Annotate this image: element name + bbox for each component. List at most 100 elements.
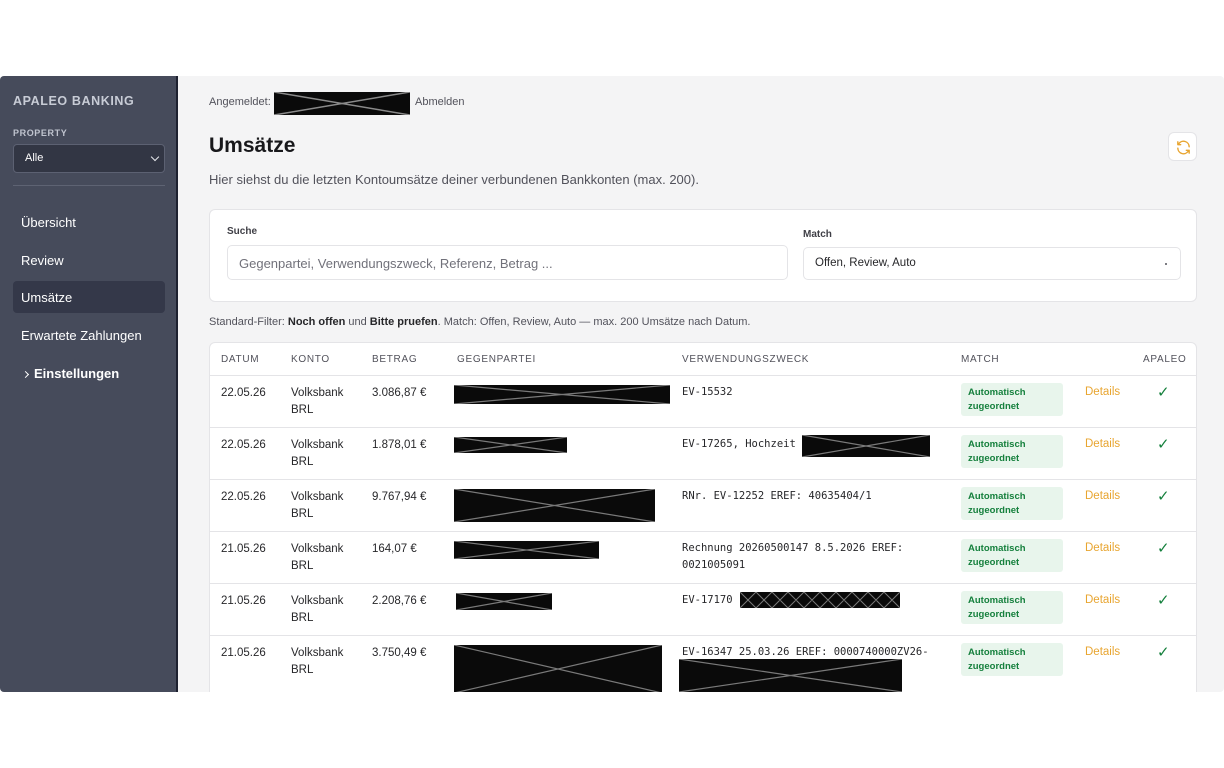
sidebar-item-label: Erwartete Zahlungen: [21, 328, 142, 343]
match-select-value: Offen, Review, Auto: [815, 257, 916, 269]
redacted-verwendungszweck: [740, 592, 900, 608]
logout-link[interactable]: Abmelden: [415, 96, 465, 108]
column-header-datum: DATUM: [221, 354, 260, 365]
match-status-badge: Automatisch zugeordnet: [961, 539, 1063, 572]
cell-datum: 21.05.26: [221, 543, 266, 555]
standard-filter-and: und: [345, 316, 370, 328]
cell-konto: Volksbank BRL: [291, 647, 344, 676]
search-label: Suche: [227, 226, 258, 237]
property-select[interactable]: Alle: [13, 144, 165, 173]
redacted-verwendungszweck: [679, 659, 902, 692]
cell-verwendungszweck: EV-17170: [682, 594, 733, 606]
redacted-verwendungszweck: [802, 435, 930, 457]
cell-betrag: 3.086,87 €: [372, 387, 427, 399]
sidebar-item-label: Umsätze: [21, 290, 73, 305]
match-status-badge: Automatisch zugeordnet: [961, 643, 1063, 676]
chevron-down-icon: [150, 152, 160, 162]
redacted-username: [274, 92, 410, 115]
checkmark-icon: ✓: [1157, 592, 1170, 609]
cell-verwendungszweck: RNr. EV-12252 EREF: 40635404/1: [682, 490, 872, 502]
chevron-right-icon: [21, 370, 30, 379]
match-label: Match: [803, 229, 832, 240]
checkmark-icon: ✓: [1157, 436, 1170, 453]
sidebar: APALEO BANKING PROPERTY Alle Übersicht R…: [0, 76, 178, 692]
main-content: Angemeldet: Abmelden Umsätze Hier siehst…: [180, 76, 1224, 692]
sidebar-item-label: Einstellungen: [34, 366, 120, 381]
match-status-badge: Automatisch zugeordnet: [961, 383, 1063, 416]
table-row[interactable]: 22.05.26 Volksbank BRL 3.086,87 € EV-155…: [210, 375, 1196, 427]
checkmark-icon: ✓: [1157, 644, 1170, 661]
column-header-match: MATCH: [961, 354, 1000, 365]
refresh-button[interactable]: [1168, 132, 1197, 161]
refresh-icon: [1177, 140, 1190, 155]
sidebar-item-uebersicht[interactable]: Übersicht: [13, 206, 165, 238]
sidebar-item-label: Übersicht: [21, 215, 76, 230]
filter-card: Suche Gegenpartei, Verwendungszweck, Ref…: [209, 209, 1197, 302]
checkmark-icon: ✓: [1157, 384, 1170, 401]
cell-konto: Volksbank BRL: [291, 439, 344, 468]
cell-datum: 22.05.26: [221, 439, 266, 451]
cell-datum: 22.05.26: [221, 491, 266, 503]
app-window: APALEO BANKING PROPERTY Alle Übersicht R…: [0, 76, 1224, 692]
standard-filter-open: Noch offen: [287, 316, 346, 328]
match-status-badge: Automatisch zugeordnet: [961, 487, 1063, 520]
redacted-gegenpartei: [454, 385, 670, 404]
cell-konto: Volksbank BRL: [291, 387, 344, 416]
redacted-gegenpartei: [454, 437, 567, 453]
redacted-gegenpartei: [454, 645, 662, 692]
cell-datum: 21.05.26: [221, 647, 266, 659]
cell-betrag: 164,07 €: [372, 543, 417, 555]
cell-datum: 22.05.26: [221, 387, 266, 399]
property-label: PROPERTY: [13, 128, 68, 138]
column-header-verwendungszweck: VERWENDUNGSZWECK: [682, 354, 810, 365]
standard-filter-suffix: . Match: Offen, Review, Auto — max. 200 …: [437, 316, 751, 328]
select-indicator-icon: [1165, 263, 1167, 265]
table-row[interactable]: 21.05.26 Volksbank BRL 3.750,49 € EV-163…: [210, 635, 1196, 692]
redacted-gegenpartei: [454, 541, 599, 559]
checkmark-icon: ✓: [1157, 540, 1170, 557]
details-link[interactable]: Details: [1085, 386, 1120, 398]
cell-verwendungszweck: EV-15532: [682, 386, 733, 398]
table-row[interactable]: 22.05.26 Volksbank BRL 1.878,01 € EV-172…: [210, 427, 1196, 479]
table-row[interactable]: 21.05.26 Volksbank BRL 2.208,76 € EV-171…: [210, 583, 1196, 635]
sidebar-item-review[interactable]: Review: [13, 244, 165, 276]
match-select[interactable]: Offen, Review, Auto: [803, 247, 1181, 280]
cell-konto: Volksbank BRL: [291, 491, 344, 520]
cell-betrag: 1.878,01 €: [372, 439, 427, 451]
brand-logo-text: APALEO BANKING: [13, 94, 135, 108]
details-link[interactable]: Details: [1085, 438, 1120, 450]
cell-datum: 21.05.26: [221, 595, 266, 607]
match-status-badge: Automatisch zugeordnet: [961, 435, 1063, 468]
column-header-apaleo: APALEO: [1143, 354, 1187, 365]
cell-konto: Volksbank BRL: [291, 595, 344, 624]
table-row[interactable]: 21.05.26 Volksbank BRL 164,07 € Rechnung…: [210, 531, 1196, 583]
transactions-table: DATUM KONTO BETRAG GEGENPARTEI VERWENDUN…: [209, 342, 1197, 692]
details-link[interactable]: Details: [1085, 490, 1120, 502]
checkmark-icon: ✓: [1157, 488, 1170, 505]
cell-konto: Volksbank BRL: [291, 543, 344, 572]
table-row[interactable]: 22.05.26 Volksbank BRL 9.767,94 € RNr. E…: [210, 479, 1196, 531]
cell-betrag: 3.750,49 €: [372, 647, 427, 659]
details-link[interactable]: Details: [1085, 542, 1120, 554]
details-link[interactable]: Details: [1085, 646, 1120, 658]
match-status-badge: Automatisch zugeordnet: [961, 591, 1063, 624]
sidebar-item-einstellungen[interactable]: Einstellungen: [13, 357, 165, 389]
sidebar-item-label: Review: [21, 253, 64, 268]
redacted-gegenpartei: [454, 489, 655, 522]
sidebar-item-erwartete-zahlungen[interactable]: Erwartete Zahlungen: [13, 319, 165, 351]
column-header-gegenpartei: GEGENPARTEI: [457, 354, 537, 365]
page-subtitle: Hier siehst du die letzten Kontoumsätze …: [209, 172, 699, 187]
property-select-value: Alle: [25, 152, 44, 164]
standard-filter-note: Standard-Filter: Noch offen und Bitte pr…: [209, 316, 750, 328]
redacted-gegenpartei: [456, 593, 552, 610]
standard-filter-prefix: Standard-Filter:: [209, 316, 288, 328]
search-placeholder: Gegenpartei, Verwendungszweck, Referenz,…: [239, 256, 553, 271]
logged-in-label: Angemeldet:: [209, 96, 271, 108]
column-header-konto: KONTO: [291, 354, 330, 365]
column-header-betrag: BETRAG: [372, 354, 418, 365]
details-link[interactable]: Details: [1085, 594, 1120, 606]
search-input[interactable]: Gegenpartei, Verwendungszweck, Referenz,…: [227, 245, 788, 280]
cell-betrag: 2.208,76 €: [372, 595, 427, 607]
standard-filter-review: Bitte pruefen: [369, 316, 438, 328]
sidebar-item-umsaetze[interactable]: Umsätze: [13, 281, 165, 313]
